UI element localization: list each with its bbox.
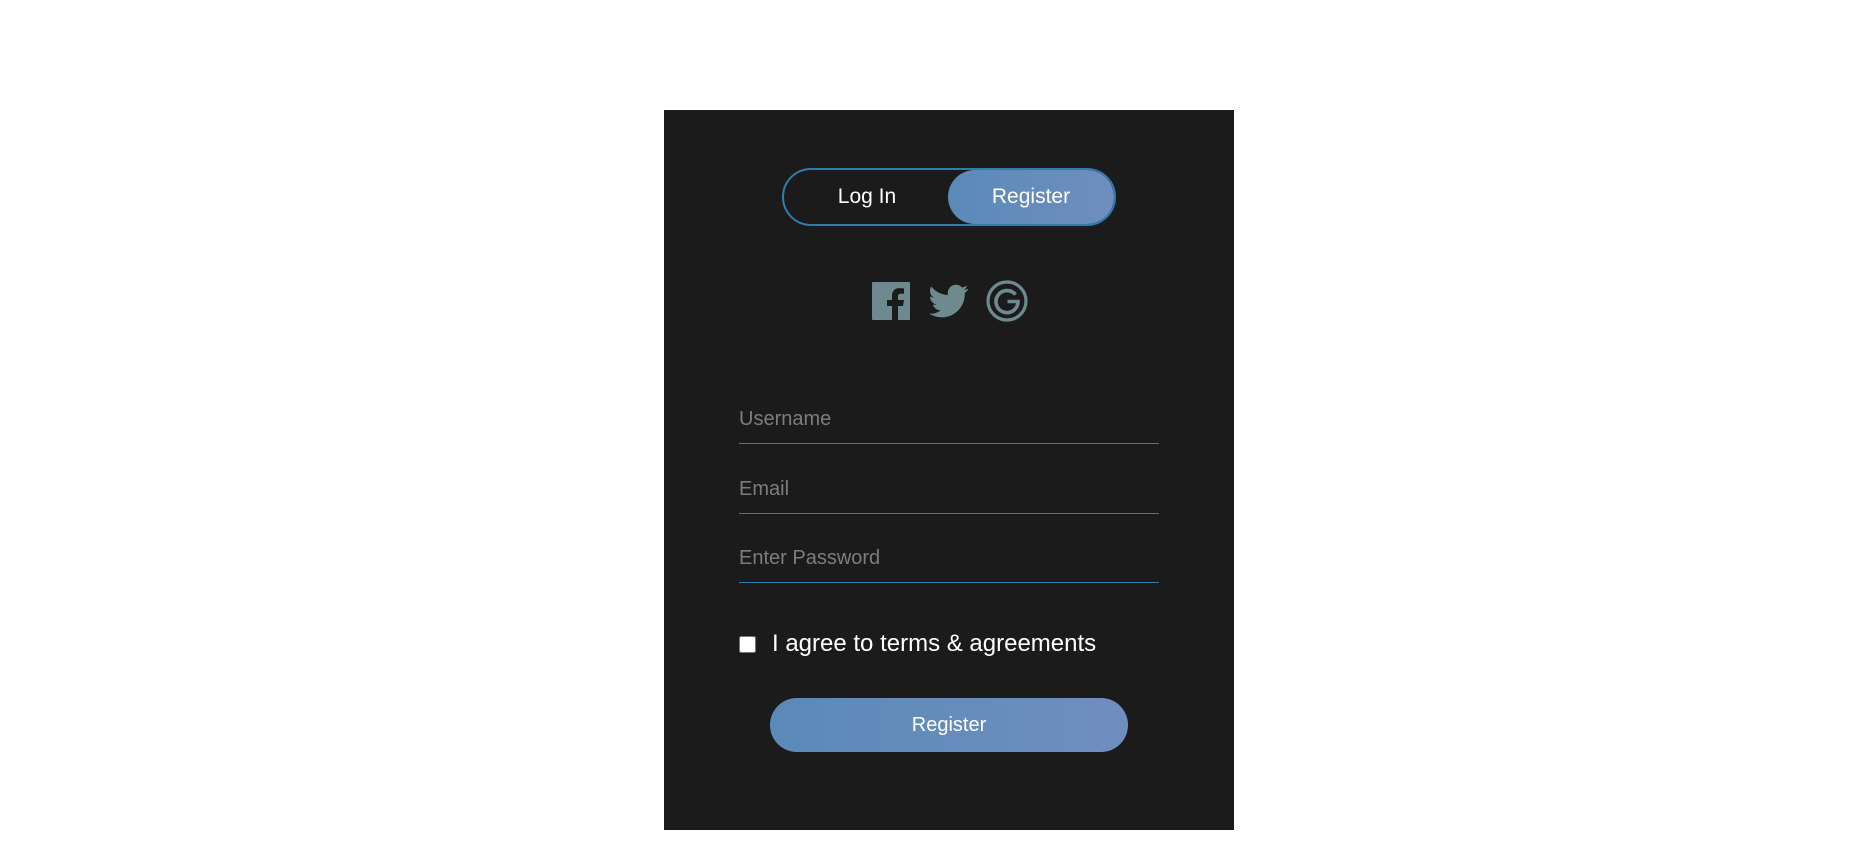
facebook-icon[interactable]	[870, 280, 912, 322]
social-login-icons	[664, 280, 1234, 322]
username-input[interactable]	[739, 396, 1159, 444]
tab-register[interactable]: Register	[948, 170, 1114, 224]
password-input[interactable]	[739, 535, 1159, 583]
terms-agreement-row: I agree to terms & agreements	[739, 630, 1096, 658]
terms-checkbox[interactable]	[739, 635, 756, 653]
register-card: Log In Register I agree to terms & agree…	[664, 110, 1234, 830]
google-icon[interactable]	[986, 280, 1028, 322]
tab-login[interactable]: Log In	[784, 170, 950, 224]
email-input[interactable]	[739, 466, 1159, 514]
twitter-icon[interactable]	[928, 280, 970, 322]
register-submit-button[interactable]: Register	[770, 698, 1128, 752]
terms-label[interactable]: I agree to terms & agreements	[772, 630, 1096, 658]
auth-mode-toggle: Log In Register	[782, 168, 1116, 226]
